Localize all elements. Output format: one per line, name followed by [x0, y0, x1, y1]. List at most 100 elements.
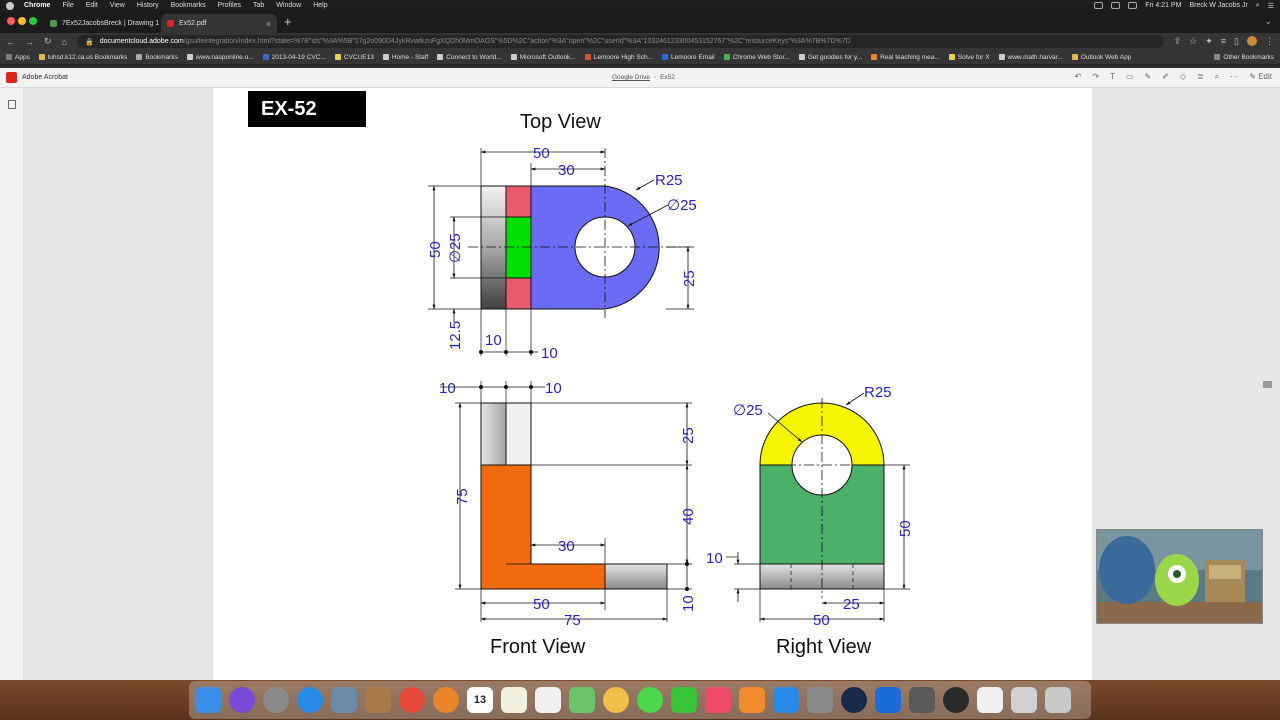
- menu-bookmarks[interactable]: Bookmarks: [171, 2, 206, 9]
- downloads-icon[interactable]: [1011, 687, 1037, 713]
- siri-icon[interactable]: [229, 687, 255, 713]
- bookmark-item[interactable]: Connect to World...: [437, 54, 502, 61]
- documents-icon[interactable]: [977, 687, 1003, 713]
- finder-icon[interactable]: [195, 687, 221, 713]
- apple-icon[interactable]: [6, 1, 14, 10]
- sidebar-icon[interactable]: ▯: [1234, 36, 1239, 47]
- safari-icon[interactable]: [297, 687, 323, 713]
- bookmark-label: Get goodies for y...: [807, 53, 863, 61]
- home-icon[interactable]: ⌂: [62, 37, 67, 47]
- bookmark-label: Chrome Web Stor...: [732, 53, 790, 61]
- books-icon[interactable]: [739, 687, 765, 713]
- calculator-icon[interactable]: [909, 687, 935, 713]
- control-center-icon[interactable]: ☰: [1268, 2, 1274, 10]
- tab-drawing[interactable]: 7Ex52JacobsBreck | Drawing 1 ×: [44, 14, 169, 33]
- quicktime-icon[interactable]: [841, 687, 867, 713]
- outlook-icon[interactable]: [875, 687, 901, 713]
- bookmark-item[interactable]: Real teaching mea...: [871, 54, 940, 61]
- redo-icon[interactable]: ↷: [1092, 72, 1099, 82]
- bookmark-item[interactable]: Lemoore High Sch...: [584, 54, 653, 61]
- fill-sign-icon[interactable]: ≣: [1197, 72, 1204, 82]
- window-minimize-icon[interactable]: [18, 17, 26, 25]
- reading-list-icon[interactable]: ≡: [1221, 36, 1226, 47]
- menu-edit[interactable]: Edit: [86, 2, 98, 9]
- top-dim-overall: 50: [533, 145, 550, 162]
- bookmark-item[interactable]: Outlook Web App: [1071, 54, 1131, 61]
- preview-icon[interactable]: [331, 687, 357, 713]
- bookmark-item[interactable]: Solve for X: [948, 54, 990, 61]
- tab-search-icon[interactable]: ⌄: [1264, 16, 1272, 27]
- firefox-icon[interactable]: [433, 687, 459, 713]
- textedit-icon[interactable]: [501, 687, 527, 713]
- share-icon[interactable]: ⇪: [1174, 36, 1182, 47]
- bookmark-item[interactable]: Apps: [6, 54, 30, 61]
- music-icon[interactable]: [705, 687, 731, 713]
- bookmark-item[interactable]: www.nasponline.o...: [186, 54, 254, 61]
- new-tab-icon[interactable]: +: [284, 14, 292, 29]
- menu-window[interactable]: Window: [276, 2, 301, 9]
- wifi-icon[interactable]: [1094, 2, 1104, 9]
- volume-icon[interactable]: [1128, 2, 1138, 9]
- eraser-icon[interactable]: ◇: [1180, 72, 1186, 82]
- highlight-icon[interactable]: ✎: [1145, 72, 1152, 82]
- add-text-icon[interactable]: T: [1110, 72, 1115, 82]
- comment-icon[interactable]: ▭: [1126, 72, 1134, 82]
- clock-label[interactable]: Fri 4:21 PM: [1145, 2, 1181, 9]
- user-name-label[interactable]: Breck W Jacobs Jr: [1189, 2, 1247, 9]
- menu-file[interactable]: File: [62, 2, 73, 9]
- bookmark-favicon-icon: [998, 54, 1005, 60]
- extension-icon[interactable]: ✦: [1205, 36, 1213, 47]
- menu-history[interactable]: History: [137, 2, 159, 9]
- menu-profiles[interactable]: Profiles: [218, 2, 241, 9]
- window-close-icon[interactable]: [7, 17, 15, 25]
- bookmark-item[interactable]: www.math.harvar...: [998, 54, 1063, 61]
- comments-toggle-icon[interactable]: [1263, 381, 1272, 388]
- system-prefs-icon[interactable]: [807, 687, 833, 713]
- battery-icon[interactable]: [1111, 2, 1121, 9]
- bookmark-item[interactable]: Home - Staff: [382, 54, 428, 61]
- maps-icon[interactable]: [569, 687, 595, 713]
- screenflow-icon[interactable]: [943, 687, 969, 713]
- trash-icon[interactable]: [1045, 687, 1071, 713]
- bookmark-item[interactable]: CVCUE13: [334, 54, 374, 61]
- undo-icon[interactable]: ↶: [1075, 72, 1082, 82]
- draw-icon[interactable]: ✐: [1162, 72, 1169, 82]
- launchpad-icon[interactable]: [263, 687, 289, 713]
- photos-icon[interactable]: [603, 687, 629, 713]
- menu-tab[interactable]: Tab: [253, 2, 264, 9]
- more-menu-icon[interactable]: ⋮: [1265, 36, 1274, 47]
- pages-panel-icon[interactable]: [8, 100, 16, 109]
- reminders-icon[interactable]: [535, 687, 561, 713]
- window-zoom-icon[interactable]: [29, 17, 37, 25]
- bookmark-item[interactable]: Bookmarks: [136, 54, 178, 61]
- forward-icon[interactable]: →: [25, 37, 34, 47]
- appstore-icon[interactable]: [773, 687, 799, 713]
- edit-pdf-button[interactable]: ✎ Edit: [1249, 72, 1272, 82]
- bookmark-item[interactable]: Microsoft Outlook...: [510, 54, 576, 61]
- chrome-icon[interactable]: [399, 687, 425, 713]
- search-icon[interactable]: ⌕: [1215, 72, 1219, 82]
- messages-icon[interactable]: [637, 687, 663, 713]
- bookmark-star-icon[interactable]: ☆: [1189, 36, 1197, 47]
- back-icon[interactable]: ←: [6, 37, 15, 47]
- notes-folder-icon[interactable]: [365, 687, 391, 713]
- menu-help[interactable]: Help: [313, 2, 327, 9]
- profile-avatar[interactable]: [1247, 36, 1257, 46]
- more-tools-icon[interactable]: ⋯: [1230, 72, 1238, 82]
- spotlight-icon[interactable]: ⌕: [1256, 2, 1260, 10]
- bookmark-item[interactable]: 2013-04-19 CVC...: [262, 54, 326, 61]
- facetime-icon[interactable]: [671, 687, 697, 713]
- reload-icon[interactable]: ↻: [44, 36, 52, 47]
- calendar-icon[interactable]: 13: [467, 687, 493, 713]
- bookmark-item[interactable]: Get goodies for y...: [798, 53, 863, 61]
- menu-view[interactable]: View: [110, 2, 125, 9]
- menu-chrome[interactable]: Chrome: [24, 2, 50, 9]
- tab-close-icon[interactable]: ×: [266, 19, 271, 29]
- breadcrumb-google-drive[interactable]: Google Drive: [612, 74, 650, 81]
- tab-pdf[interactable]: Ex52.pdf ×: [161, 14, 277, 33]
- bookmark-item[interactable]: luhsd.k12.ca.us Bookmarks: [38, 54, 127, 61]
- bookmark-item[interactable]: Chrome Web Stor...: [723, 53, 790, 61]
- other-bookmarks[interactable]: Other Bookmarks: [1214, 54, 1274, 61]
- address-bar[interactable]: 🔒 documentcloud.adobe.com/gsuiteintegrat…: [76, 35, 1164, 48]
- bookmark-item[interactable]: Lemoore Email: [662, 54, 715, 61]
